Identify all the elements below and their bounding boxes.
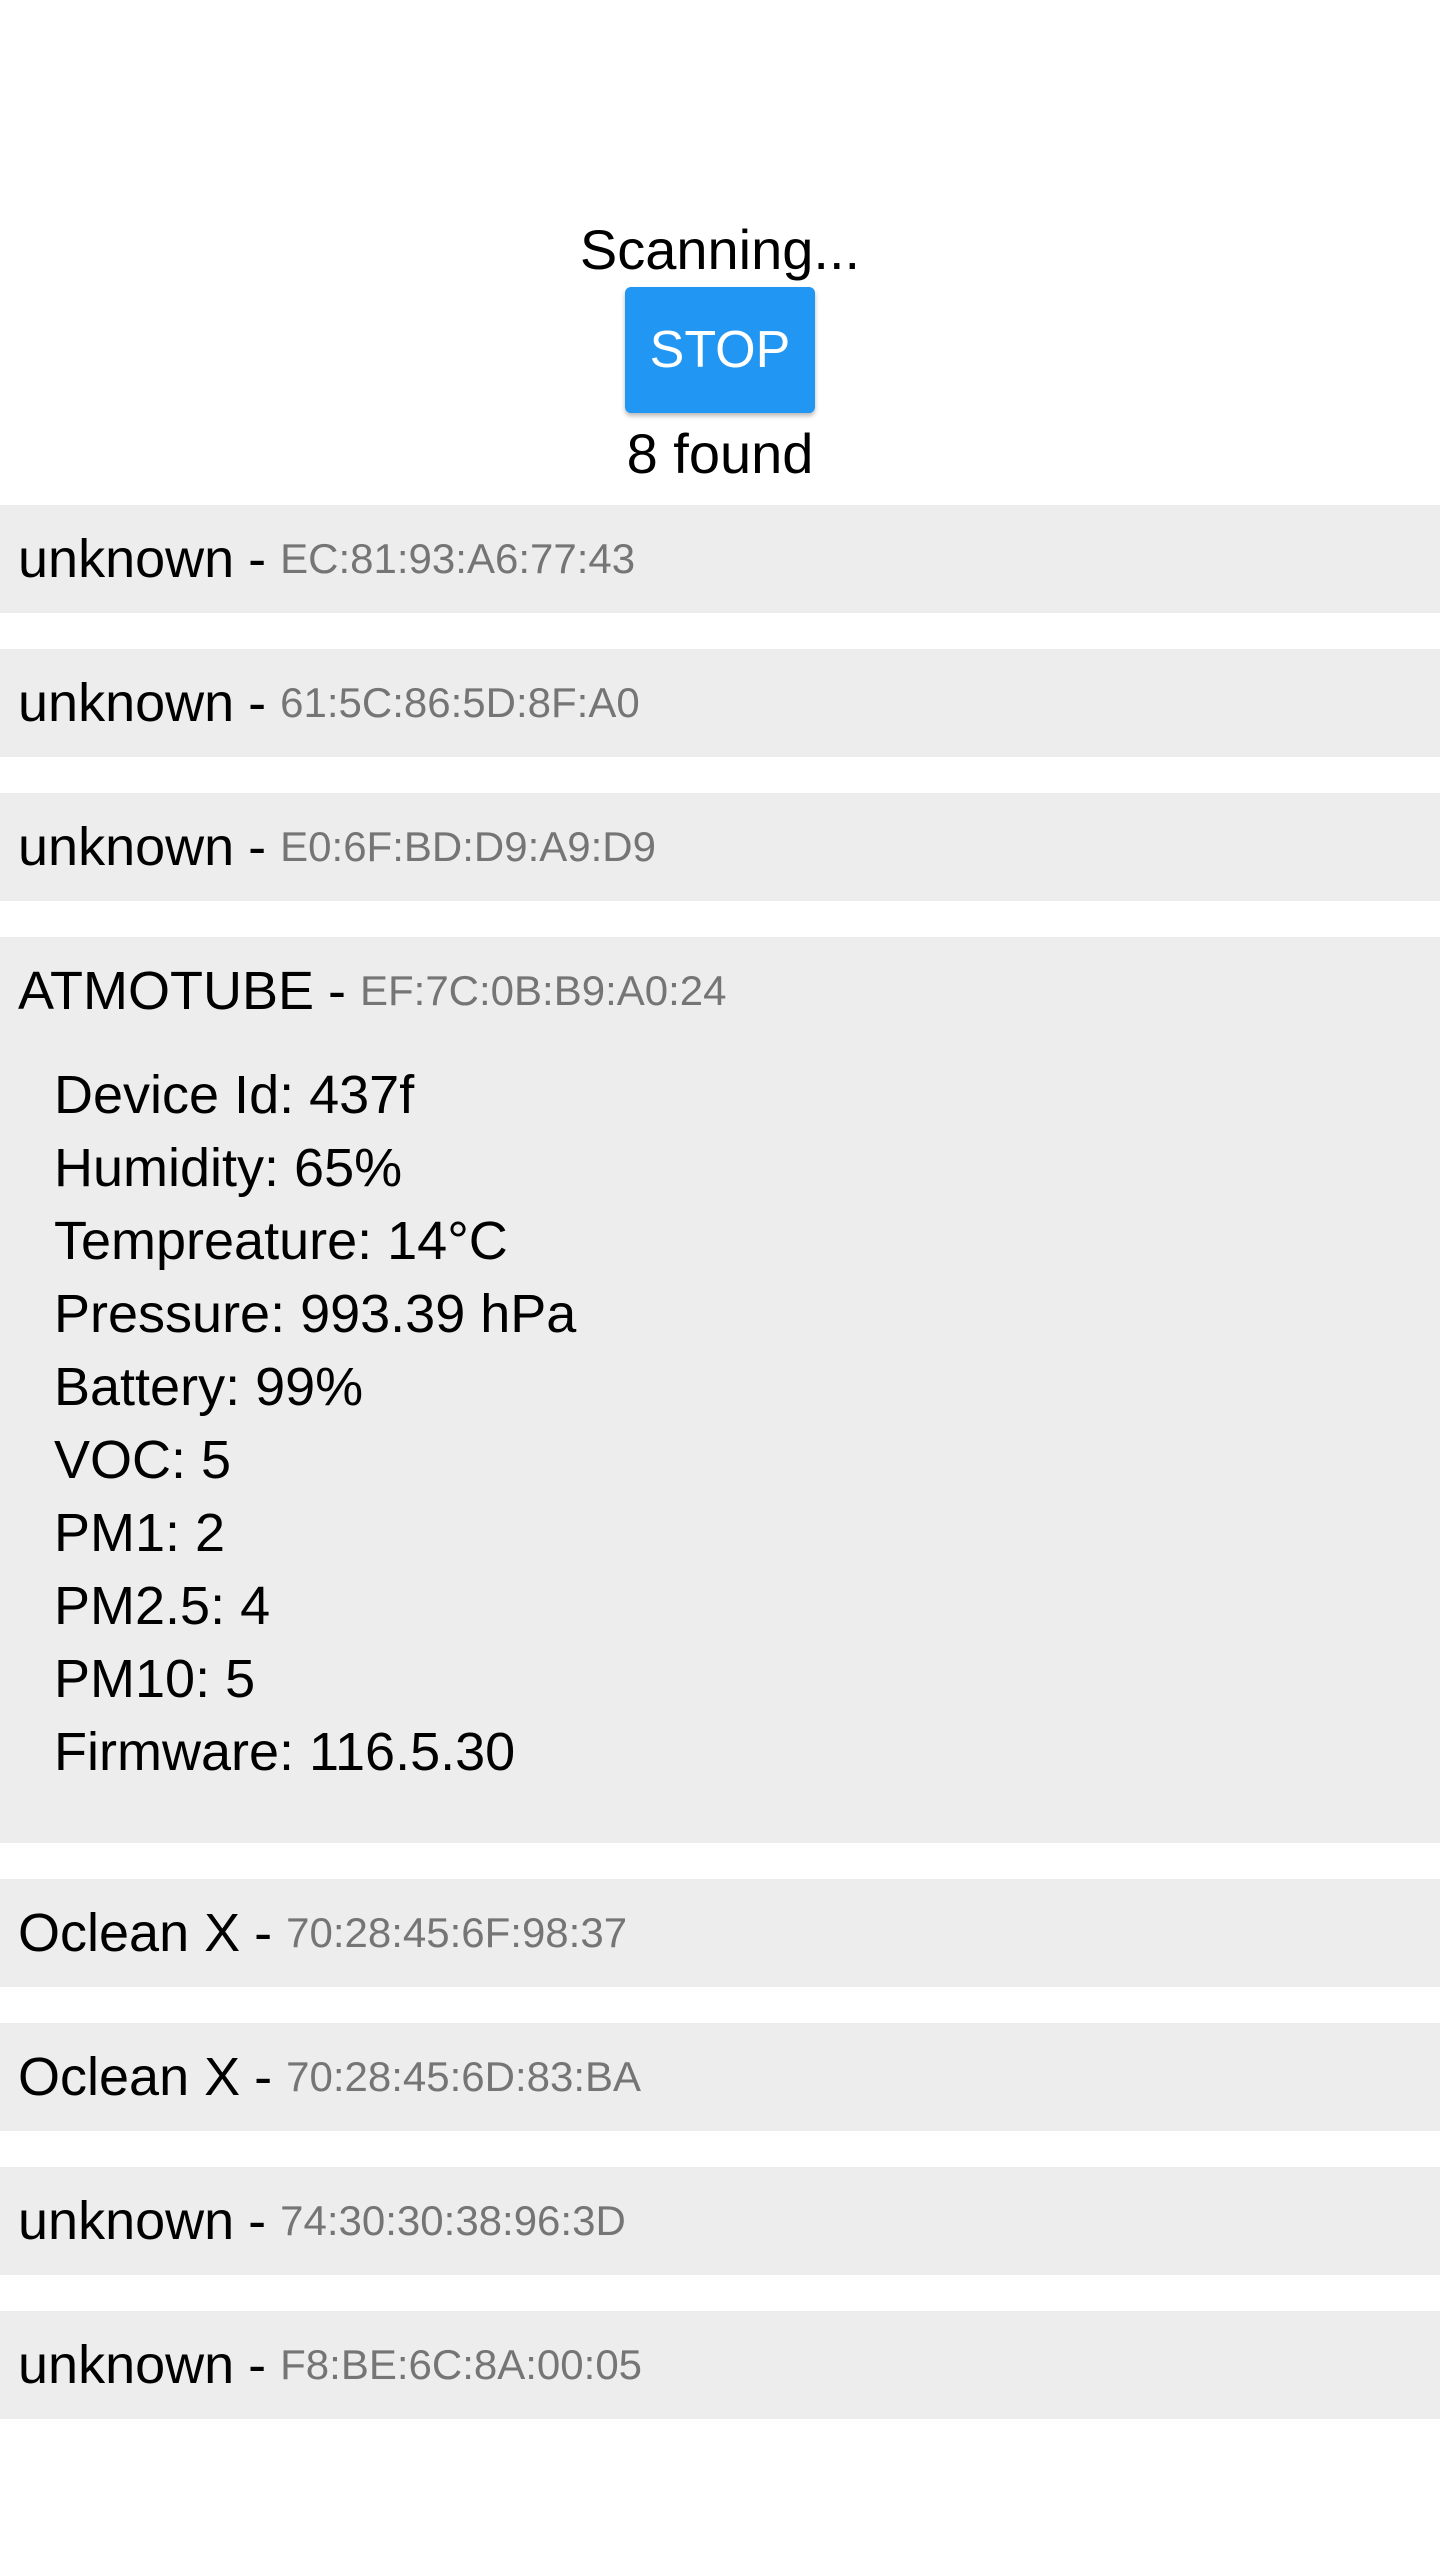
detail-voc: VOC: 5 (54, 1430, 232, 1490)
device-name: unknown (18, 529, 235, 589)
scan-status: Scanning... (579, 218, 861, 281)
device-header: Oclean X -70:28:45:6F:98:37 (18, 1879, 1440, 1987)
device-mac: E0:6F:BD:D9:A9:D9 (280, 823, 656, 870)
device-header: unknown -61:5C:86:5D:8F:A0 (18, 649, 1440, 757)
device-header: unknown - EC:81:93:A6:77:43 (18, 505, 1440, 613)
detail-pm1: PM1: 2 (54, 1503, 226, 1563)
device-header: unknown -74:30:30:38:96:3D (18, 2167, 1440, 2275)
device-name: unknown (18, 2335, 235, 2395)
device-separator: - (254, 1903, 273, 1963)
device-list: unknown - EC:81:93:A6:77:43 unknown -61:5C:… (0, 505, 1440, 2455)
device-separator: - (248, 2191, 267, 2251)
detail-battery: Battery: 99% (54, 1357, 364, 1417)
detail-device-id: Device Id: 437f (54, 1065, 415, 1125)
device-name: unknown (18, 673, 235, 733)
detail-firmware: Firmware: 116.5.30 (54, 1722, 516, 1782)
device-mac: 70:28:45:6F:98:37 (286, 1909, 628, 1956)
device-row[interactable]: unknown - EC:81:93:A6:77:43 (0, 505, 1440, 613)
device-row[interactable]: unknown -74:30:30:38:96:3D (0, 2167, 1440, 2275)
device-row-expanded[interactable]: ATMOTUBE - EF:7C:0B:B9:A0:24 Device Id: 43… (0, 937, 1440, 1843)
detail-humidity: Humidity: 65% (54, 1138, 403, 1198)
device-separator: - (248, 673, 267, 733)
detail-temperature: Tempreature: 14°C (54, 1211, 508, 1271)
device-name: Oclean X (18, 2047, 241, 2107)
detail-pm10: PM10: 5 (54, 1649, 256, 1709)
device-separator: - (248, 2335, 267, 2395)
device-row[interactable]: Oclean X -70:28:45:6D:83:BA (0, 2023, 1440, 2131)
detail-pressure: Pressure: 993.39 hPa (54, 1284, 577, 1344)
device-mac: EF:7C:0B:B9:A0:24 (359, 967, 727, 1014)
device-header: unknown - E0:6F:BD:D9:A9:D9 (18, 793, 1440, 901)
device-name: unknown (18, 2191, 235, 2251)
device-mac: 61:5C:86:5D:8F:A0 (280, 679, 640, 726)
device-name: Oclean X (18, 1903, 241, 1963)
device-row[interactable]: unknown - F8:BE:6C:8A:00:05 (0, 2311, 1440, 2419)
device-mac: EC:81:93:A6:77:43 (280, 535, 636, 582)
device-header: unknown - F8:BE:6C:8A:00:05 (18, 2311, 1440, 2419)
device-name: unknown (18, 817, 235, 877)
device-name: ATMOTUBE (18, 961, 314, 1021)
found-count: 8 found (626, 422, 814, 485)
device-header: ATMOTUBE - EF:7C:0B:B9:A0:24 (18, 937, 1440, 1045)
device-mac: 74:30:30:38:96:3D (280, 2197, 626, 2244)
device-mac: 70:28:45:6D:83:BA (286, 2053, 642, 2100)
device-separator: - (254, 2047, 273, 2107)
detail-pm2-5: PM2.5: 4 (54, 1576, 271, 1636)
device-row[interactable]: unknown -61:5C:86:5D:8F:A0 (0, 649, 1440, 757)
device-separator: - (248, 529, 267, 589)
device-mac: F8:BE:6C:8A:00:05 (280, 2341, 643, 2388)
device-row[interactable]: unknown - E0:6F:BD:D9:A9:D9 (0, 793, 1440, 901)
device-separator: - (328, 961, 346, 1021)
device-header: Oclean X -70:28:45:6D:83:BA (18, 2023, 1440, 2131)
stop-button[interactable]: STOP (625, 287, 815, 413)
device-separator: - (248, 817, 267, 877)
device-row[interactable]: Oclean X -70:28:45:6F:98:37 (0, 1879, 1440, 1987)
device-details: Device Id: 437f Humidity: 65% Tempreatur… (18, 1045, 1440, 1843)
